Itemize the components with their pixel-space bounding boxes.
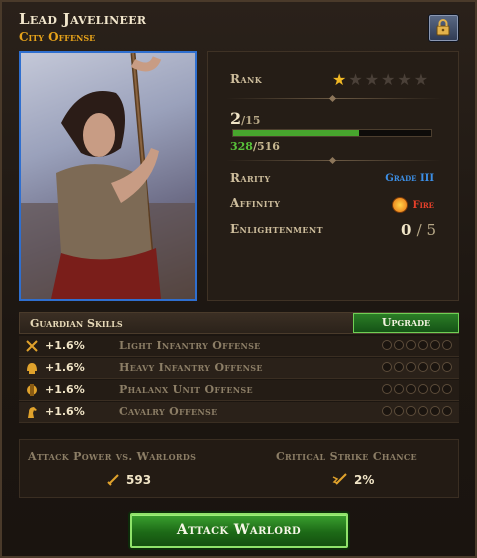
hero-info-box: Rank ★★★★★★ 2/15 328/516 Rarity Grade II… (207, 51, 459, 301)
skill-level-pips (382, 384, 452, 394)
enlightenment-value: 0 / 5 (400, 221, 436, 239)
divider (226, 156, 442, 165)
star-icon: ★ (364, 70, 382, 89)
star-icon: ★ (348, 70, 365, 89)
sword-icon (107, 474, 119, 486)
skill-name: Heavy Infantry Offense (119, 361, 263, 374)
skill-name: Cavalry Offense (119, 405, 218, 418)
divider (226, 94, 442, 103)
skill-level-pips (382, 406, 452, 416)
level-display: 2/15 (230, 109, 261, 128)
combat-stats-box: Attack Power vs. Warlords 593 Critical S… (19, 439, 459, 498)
critical-strike-label: Critical Strike Chance (276, 450, 417, 463)
attack-warlord-button[interactable]: Attack Warlord (130, 513, 348, 548)
xp-text: 328/516 (230, 140, 280, 153)
guardian-skills-title: Guardian Skills (30, 317, 123, 330)
upgrade-button[interactable]: Upgrade (353, 313, 459, 333)
rarity-value: Grade III (385, 173, 434, 184)
skill-value: +1.6% (45, 405, 85, 418)
lock-button[interactable] (428, 14, 459, 42)
xp-progress-fill (233, 130, 359, 136)
rank-label: Rank (230, 72, 263, 86)
rank-stars: ★★★★★★ (332, 70, 430, 89)
affinity-value: Fire (392, 197, 434, 213)
helmet-icon (27, 363, 37, 374)
skill-name: Light Infantry Offense (119, 339, 261, 352)
skill-row: +1.6% Cavalry Offense (19, 402, 459, 423)
affinity-label: Affinity (230, 196, 281, 210)
skill-level-pips (382, 340, 452, 350)
critical-strike-icon (332, 473, 347, 485)
enlightenment-label: Enlightenment (230, 222, 323, 236)
hero-role: City Offense (19, 30, 96, 44)
star-icon: ★ (413, 70, 431, 89)
skill-value: +1.6% (45, 339, 85, 352)
star-icon: ★ (397, 70, 414, 89)
rarity-label: Rarity (230, 171, 271, 185)
skill-row: +1.6% Light Infantry Offense (19, 336, 459, 357)
hero-name: Lead Javelineer (19, 10, 147, 28)
horse-icon (28, 407, 37, 418)
xp-progress-bar (232, 129, 432, 137)
critical-strike-value: 2% (332, 473, 374, 487)
skill-name: Phalanx Unit Offense (119, 383, 253, 396)
skill-level-pips (382, 362, 452, 372)
skill-row: +1.6% Phalanx Unit Offense (19, 380, 459, 401)
crossed-swords-icon (26, 340, 38, 352)
skill-value: +1.6% (45, 383, 85, 396)
lock-icon (436, 19, 450, 36)
skill-value: +1.6% (45, 361, 85, 374)
skill-row: +1.6% Heavy Infantry Offense (19, 358, 459, 379)
star-icon: ★ (332, 70, 349, 89)
phalanx-helmet-icon (27, 384, 37, 396)
attack-power-label: Attack Power vs. Warlords (28, 450, 197, 463)
hero-portrait (19, 51, 197, 301)
star-icon: ★ (381, 70, 398, 89)
attack-power-value: 593 (106, 473, 151, 487)
hero-detail-panel: Lead Javelineer City Offense Rank ★★★★★★… (0, 0, 477, 558)
fire-icon (392, 197, 409, 213)
